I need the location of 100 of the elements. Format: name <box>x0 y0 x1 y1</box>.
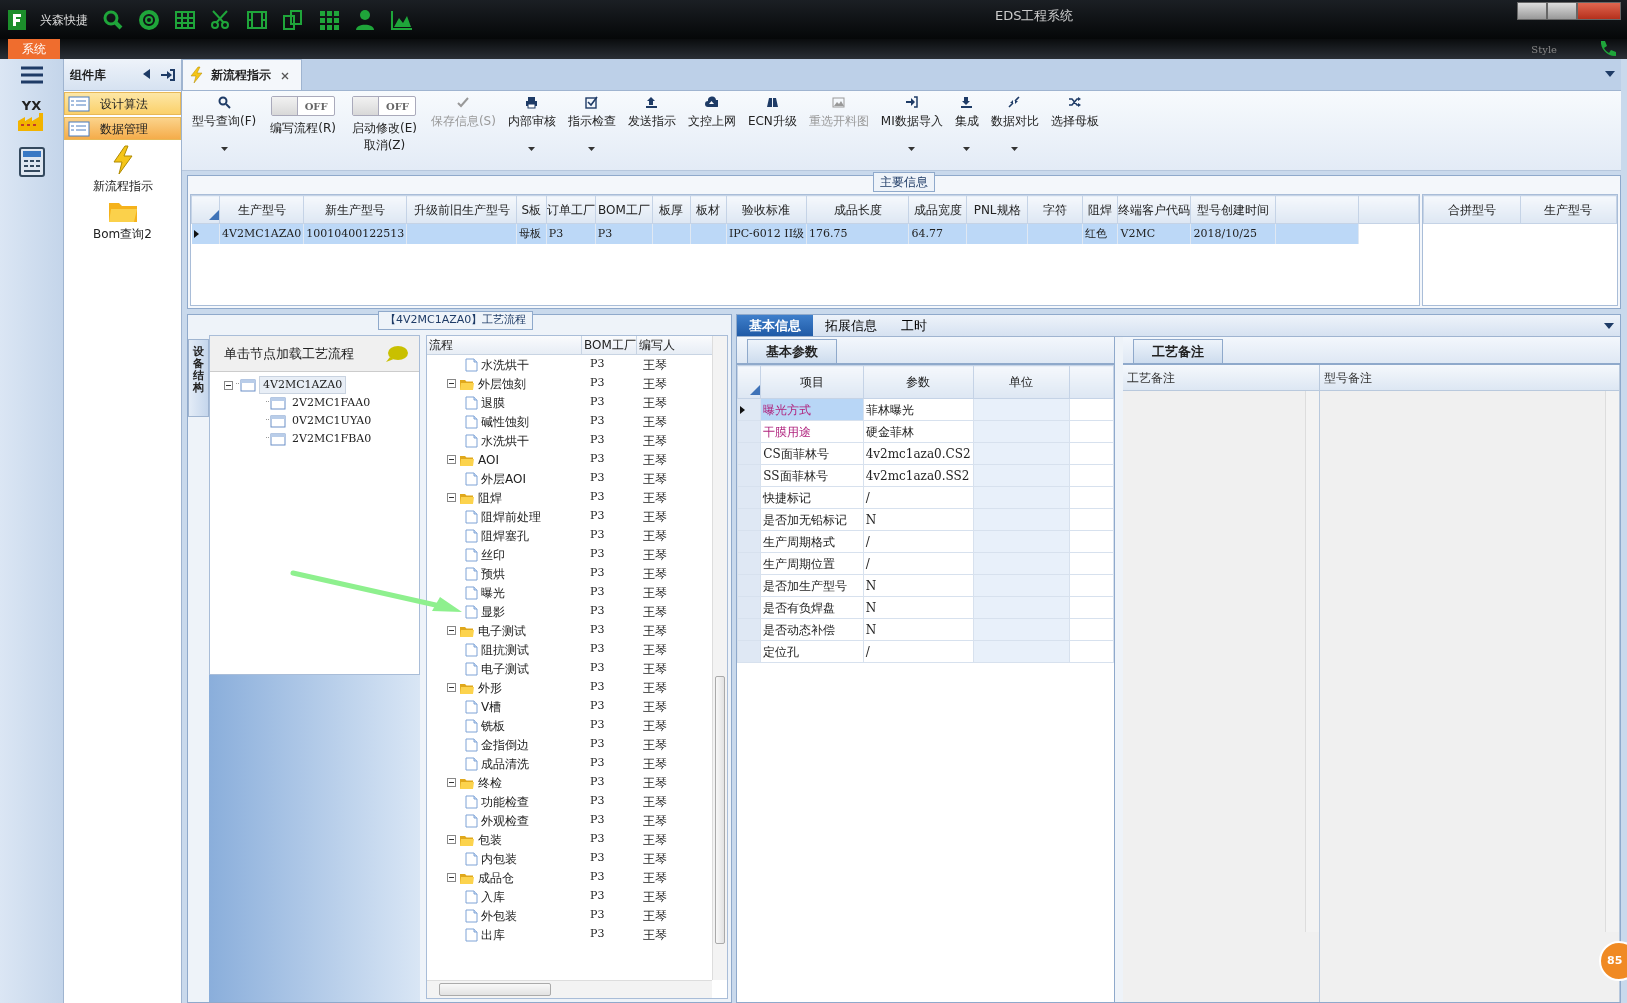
tree-node[interactable]: 2V2MC1FAA0 <box>289 394 374 412</box>
table-row[interactable]: 干膜用途 硬金菲林 <box>737 420 1114 443</box>
toolbar-button[interactable]: 文控上网 <box>681 94 742 153</box>
dropdown-icon[interactable] <box>1604 323 1614 329</box>
style-dropdown[interactable]: Style <box>1531 42 1557 57</box>
area-chart-icon[interactable] <box>390 8 412 31</box>
column-header[interactable]: 工艺备注 <box>1123 365 1319 391</box>
search-icon[interactable] <box>102 8 124 31</box>
table-icon[interactable] <box>174 8 196 31</box>
column-header[interactable]: 单位 <box>1009 375 1034 389</box>
process-step[interactable]: 水洗烘干 <box>481 355 529 374</box>
horizontal-scrollbar[interactable] <box>427 980 712 998</box>
collapse-icon[interactable] <box>447 379 456 388</box>
process-step[interactable]: V槽 <box>481 697 502 716</box>
calculator-icon[interactable] <box>17 146 46 178</box>
tab[interactable]: 基本信息 <box>737 315 813 336</box>
category-item[interactable]: 数据管理 <box>64 117 181 140</box>
tab[interactable]: 拓展信息 <box>813 315 889 336</box>
table-row[interactable]: SS面菲林号 4v2mc1aza0.SS2 <box>737 464 1114 487</box>
copy-icon[interactable] <box>282 8 304 31</box>
column-header[interactable]: 流程 <box>427 336 582 354</box>
column-header[interactable]: 参数 <box>906 375 931 389</box>
toolbar-button[interactable]: 选择母板 <box>1044 94 1105 153</box>
minimize-button[interactable] <box>1517 2 1547 20</box>
process-step[interactable]: 铣板 <box>481 716 505 735</box>
dropdown-icon[interactable] <box>1605 71 1615 77</box>
column-header[interactable]: 型号备注 <box>1320 365 1619 391</box>
toolbar-button[interactable]: MI数据导入 <box>874 94 949 153</box>
process-step[interactable]: 外包装 <box>481 906 517 925</box>
tree-node[interactable]: 0V2MC1UYA0 <box>289 412 375 430</box>
process-step[interactable]: 功能检查 <box>481 792 529 811</box>
process-step[interactable]: 阻抗测试 <box>481 640 529 659</box>
tab[interactable]: 基本参数 <box>747 338 837 363</box>
process-step[interactable]: 外层蚀刻 <box>478 374 526 393</box>
toolbar-button[interactable]: 集成 <box>948 94 985 153</box>
launcher[interactable]: 新流程指示 <box>64 145 181 195</box>
process-step[interactable]: 外观检查 <box>481 811 529 830</box>
toolbar-button[interactable]: ECN升级 <box>741 94 803 153</box>
film-icon[interactable] <box>246 8 268 31</box>
collapse-icon[interactable] <box>447 626 456 635</box>
factory-icon[interactable]: YX <box>16 99 47 132</box>
process-step[interactable]: 包装 <box>478 830 502 849</box>
category-item[interactable]: 设计算法 <box>64 92 181 115</box>
process-step[interactable]: 阻焊塞孔 <box>481 526 529 545</box>
collapse-icon[interactable] <box>447 493 456 502</box>
process-step[interactable]: 丝印 <box>481 545 505 564</box>
table-row[interactable]: 生产周期格式 / <box>737 530 1114 553</box>
process-step[interactable]: 碱性蚀刻 <box>481 412 529 431</box>
table-row[interactable]: 4V2MC1AZA0 10010400122513 母板 P3 P3 IPC-6012 II级 176.75 64.77 红色 V2MC 2018/10/25 <box>191 223 1419 244</box>
side-tab[interactable]: 设备结构 <box>188 339 209 417</box>
process-step[interactable]: 出库 <box>481 925 505 944</box>
scroll-thumb[interactable] <box>439 983 551 996</box>
table-row[interactable]: 定位孔 / <box>737 640 1114 663</box>
process-step[interactable]: 金指倒边 <box>481 735 529 754</box>
process-step[interactable]: 水洗烘干 <box>481 431 529 450</box>
collapse-icon[interactable] <box>224 380 233 390</box>
table-row[interactable]: 生产周期位置 / <box>737 552 1114 575</box>
lifebuoy-icon[interactable] <box>138 8 160 31</box>
process-step[interactable]: 电子测试 <box>478 621 526 640</box>
toolbar-button[interactable]: 指示检查 <box>561 94 622 153</box>
process-step[interactable]: 预烘 <box>481 564 505 583</box>
maximize-button[interactable] <box>1547 2 1577 20</box>
toolbar-button[interactable]: 发送指示 <box>621 94 682 153</box>
table-row[interactable]: 是否有负焊盘 N <box>737 596 1114 619</box>
process-step[interactable]: 阻焊前处理 <box>481 507 541 526</box>
collapse-icon[interactable] <box>447 683 456 692</box>
process-step[interactable]: 退膜 <box>481 393 505 412</box>
tab[interactable]: 工艺备注 <box>1133 338 1223 363</box>
collapse-icon[interactable] <box>447 455 456 464</box>
toggle-switch[interactable]: OFF <box>352 96 417 116</box>
vertical-scrollbar[interactable] <box>712 336 727 980</box>
sign-in-icon[interactable] <box>161 68 175 81</box>
process-step[interactable]: 曝光 <box>481 583 505 602</box>
toolbar-button[interactable]: 型号查询(F) <box>186 94 263 153</box>
table-row[interactable]: 曝光方式 菲林曝光 <box>737 398 1114 421</box>
grid-icon[interactable] <box>318 8 340 31</box>
scissors-icon[interactable] <box>210 8 232 31</box>
toolbar-button[interactable]: 内部审核 <box>501 94 562 153</box>
process-step[interactable]: 入库 <box>481 887 505 906</box>
scroll-thumb[interactable] <box>715 676 725 944</box>
column-header[interactable]: 项目 <box>800 375 824 389</box>
process-step[interactable]: 终检 <box>478 773 502 792</box>
process-step[interactable]: 电子测试 <box>481 659 529 678</box>
menu-icon[interactable] <box>19 65 44 85</box>
column-header[interactable]: BOM工厂 <box>582 336 637 354</box>
toggle-switch[interactable]: OFF <box>271 96 336 116</box>
collapse-icon[interactable] <box>447 835 456 844</box>
process-step[interactable]: AOI <box>478 450 499 469</box>
tree-node[interactable]: 4V2MC1AZA0 <box>259 375 347 395</box>
process-step[interactable]: 显影 <box>481 602 505 621</box>
launcher[interactable]: Bom查询2 <box>64 199 181 243</box>
toolbar-button[interactable]: 数据对比 <box>984 94 1045 153</box>
table-row[interactable]: 快捷标记 / <box>737 486 1114 509</box>
tab[interactable]: 工时 <box>889 315 939 336</box>
process-step[interactable]: 内包装 <box>481 849 517 868</box>
table-row[interactable]: 是否动态补偿 N <box>737 618 1114 641</box>
collapse-left-icon[interactable] <box>143 68 151 79</box>
collapse-icon[interactable] <box>447 873 456 882</box>
process-step[interactable]: 阻焊 <box>478 488 502 507</box>
table-row[interactable]: CS面菲林号 4v2mc1aza0.CS2 <box>737 442 1114 465</box>
